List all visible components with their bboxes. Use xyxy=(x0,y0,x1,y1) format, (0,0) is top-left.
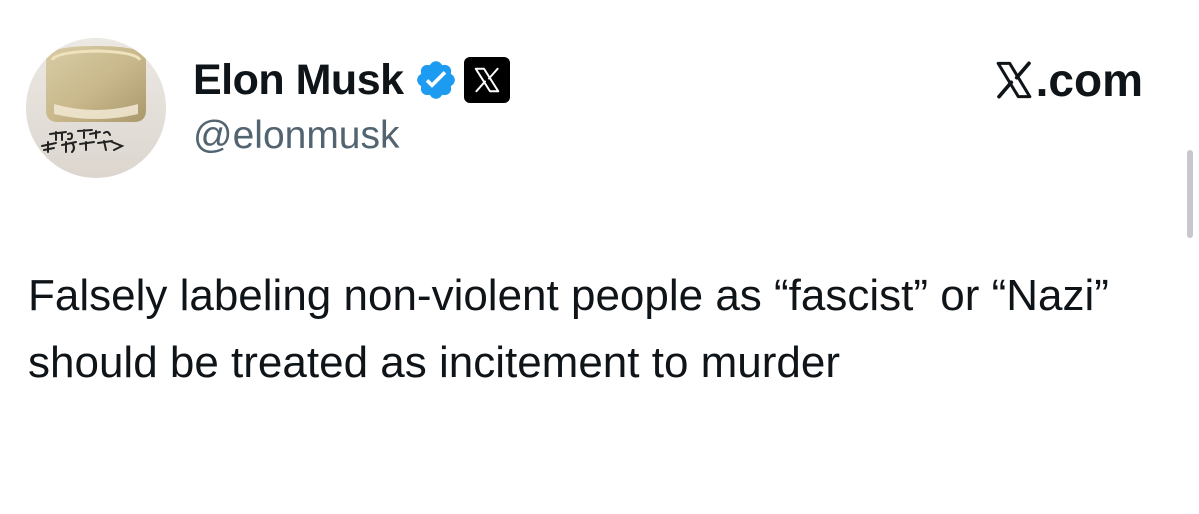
x-affiliation-badge-icon[interactable] xyxy=(463,57,510,103)
tweet-header: Elon Musk @elonmusk xyxy=(193,52,510,162)
user-handle[interactable]: @elonmusk xyxy=(193,110,510,162)
brand-domain-label: .com xyxy=(1035,54,1143,106)
x-logo-icon xyxy=(474,67,499,93)
verified-badge-icon[interactable] xyxy=(414,58,458,102)
scrollbar-thumb[interactable] xyxy=(1187,150,1193,238)
name-row: Elon Musk xyxy=(193,52,510,108)
display-name[interactable]: Elon Musk xyxy=(193,52,404,108)
tweet-card: Elon Musk @elonmusk .com Falsely labelin… xyxy=(0,0,1199,514)
avatar[interactable] xyxy=(26,38,166,178)
brand-watermark: .com xyxy=(994,50,1143,110)
x-logo-icon xyxy=(994,59,1034,101)
tweet-text: Falsely labeling non-violent people as “… xyxy=(28,271,1109,387)
avatar-image xyxy=(26,38,166,178)
